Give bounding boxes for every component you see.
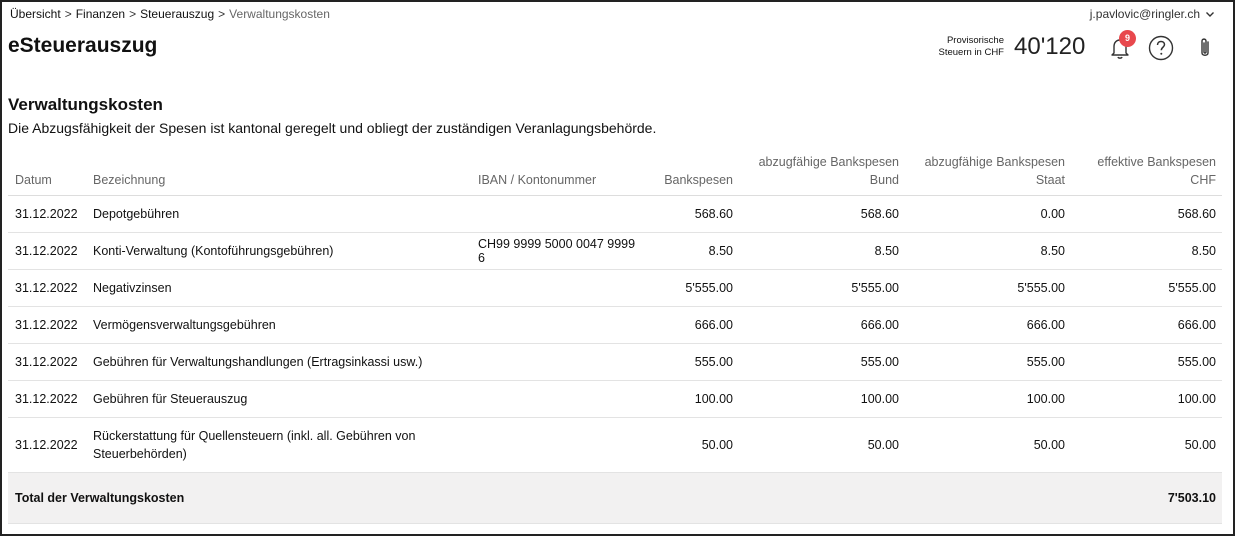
column-header-iban: IBAN / Kontonummer bbox=[471, 152, 643, 196]
cell-datum: 31.12.2022 bbox=[8, 343, 86, 381]
breadcrumb-item-finanzen[interactable]: Finanzen bbox=[76, 7, 125, 21]
table-row: 31.12.2022 Vermögensverwaltungsgebühren … bbox=[8, 306, 1222, 344]
cell-bankspesen: 8.50 bbox=[643, 232, 739, 270]
chevron-down-icon bbox=[1206, 12, 1214, 17]
cell-iban bbox=[471, 343, 643, 381]
cell-bund: 555.00 bbox=[739, 343, 905, 381]
cell-effektiv: 50.00 bbox=[1071, 417, 1222, 473]
cell-datum: 31.12.2022 bbox=[8, 380, 86, 418]
table-row: 31.12.2022 Gebühren für Steuerauszug 100… bbox=[8, 380, 1222, 418]
provisional-tax-label: Provisorische Steuern in CHF bbox=[930, 35, 1004, 59]
provisional-tax-label-line1: Provisorische bbox=[946, 35, 1004, 46]
cell-iban: CH99 9999 5000 0047 9999 6 bbox=[471, 232, 643, 270]
cell-bezeichnung: Gebühren für Verwaltungshandlungen (Ertr… bbox=[86, 343, 471, 381]
column-header-bezeichnung: Bezeichnung bbox=[86, 152, 471, 196]
cell-bezeichnung: Depotgebühren bbox=[86, 195, 471, 233]
breadcrumb-separator: > bbox=[129, 7, 137, 21]
cell-staat: 555.00 bbox=[905, 343, 1071, 381]
cell-bankspesen: 5'555.00 bbox=[643, 269, 739, 307]
cell-effektiv: 8.50 bbox=[1071, 232, 1222, 270]
cell-staat: 666.00 bbox=[905, 306, 1071, 344]
cell-staat: 100.00 bbox=[905, 380, 1071, 418]
cell-bund: 8.50 bbox=[739, 232, 905, 270]
cell-staat: 0.00 bbox=[905, 195, 1071, 233]
cell-effektiv: 555.00 bbox=[1071, 343, 1222, 381]
cell-iban bbox=[471, 195, 643, 233]
notification-badge: 9 bbox=[1119, 30, 1136, 47]
total-value: 7'503.10 bbox=[1071, 472, 1222, 524]
column-header-staat: abzugfähige Bankspesen Staat bbox=[905, 152, 1071, 196]
cell-iban bbox=[471, 306, 643, 344]
column-header-bund: abzugfähige Bankspesen Bund bbox=[739, 152, 905, 196]
cell-bezeichnung: Konti-Verwaltung (Kontoführungsgebühren) bbox=[86, 232, 471, 270]
cell-staat: 50.00 bbox=[905, 417, 1071, 473]
column-header-bund-line1: abzugfähige Bankspesen bbox=[758, 155, 899, 169]
user-email: j.pavlovic@ringler.ch bbox=[1089, 7, 1200, 21]
cell-bezeichnung: Gebühren für Steuerauszug bbox=[86, 380, 471, 418]
cell-datum: 31.12.2022 bbox=[8, 417, 86, 473]
column-header-effektiv-line2: CHF bbox=[1190, 173, 1216, 187]
table-row: 31.12.2022 Gebühren für Verwaltungshandl… bbox=[8, 343, 1222, 381]
app-title: eSteuerauszug bbox=[8, 34, 158, 57]
breadcrumb-separator: > bbox=[64, 7, 72, 21]
cell-effektiv: 5'555.00 bbox=[1071, 269, 1222, 307]
costs-table: Datum Bezeichnung IBAN / Kontonummer Ban… bbox=[8, 152, 1222, 524]
breadcrumb-current: Verwaltungskosten bbox=[229, 7, 330, 21]
column-header-datum: Datum bbox=[8, 152, 86, 196]
cell-bankspesen: 100.00 bbox=[643, 380, 739, 418]
cell-iban bbox=[471, 417, 643, 473]
cell-effektiv: 568.60 bbox=[1071, 195, 1222, 233]
total-label: Total der Verwaltungskosten bbox=[8, 472, 1071, 524]
cell-bund: 50.00 bbox=[739, 417, 905, 473]
cell-bankspesen: 568.60 bbox=[643, 195, 739, 233]
cell-bankspesen: 555.00 bbox=[643, 343, 739, 381]
cell-bund: 5'555.00 bbox=[739, 269, 905, 307]
cell-bankspesen: 666.00 bbox=[643, 306, 739, 344]
table-row: 31.12.2022 Rückerstattung für Quellenste… bbox=[8, 417, 1222, 473]
total-row: Total der Verwaltungskosten 7'503.10 bbox=[8, 472, 1222, 524]
cell-bankspesen: 50.00 bbox=[643, 417, 739, 473]
column-header-effektiv-line1: effektive Bankspesen bbox=[1097, 155, 1216, 169]
cell-bezeichnung: Vermögensverwaltungsgebühren bbox=[86, 306, 471, 344]
breadcrumb: Übersicht > Finanzen > Steuerauszug > Verwaltu… bbox=[10, 7, 330, 21]
section-description: Die Abzugsfähigkeit der Spesen ist kanto… bbox=[8, 120, 657, 136]
table-header-row: Datum Bezeichnung IBAN / Kontonummer Ban… bbox=[8, 152, 1222, 196]
cell-staat: 5'555.00 bbox=[905, 269, 1071, 307]
table-row: 31.12.2022 Depotgebühren 568.60 568.60 0… bbox=[8, 195, 1222, 233]
cell-bezeichnung: Rückerstattung für Quellensteuern (inkl.… bbox=[86, 417, 471, 473]
breadcrumb-item-steuerauszug[interactable]: Steuerauszug bbox=[140, 7, 214, 21]
paperclip-icon[interactable] bbox=[1191, 34, 1219, 62]
cell-bund: 568.60 bbox=[739, 195, 905, 233]
help-icon[interactable] bbox=[1147, 34, 1175, 62]
breadcrumb-item-uebersicht[interactable]: Übersicht bbox=[10, 7, 61, 21]
cell-bezeichnung: Negativzinsen bbox=[86, 269, 471, 307]
table-row: 31.12.2022 Konti-Verwaltung (Kontoführun… bbox=[8, 232, 1222, 270]
table-row: 31.12.2022 Negativzinsen 5'555.00 5'555.… bbox=[8, 269, 1222, 307]
cell-bezeichnung-line1: Rückerstattung für Quellensteuern (inkl.… bbox=[93, 429, 416, 443]
cell-bezeichnung-line2: Steuerbehörden) bbox=[93, 447, 187, 461]
provisional-tax-label-line2: Steuern in CHF bbox=[938, 47, 1004, 58]
cell-effektiv: 666.00 bbox=[1071, 306, 1222, 344]
cell-datum: 31.12.2022 bbox=[8, 306, 86, 344]
column-header-bund-line2: Bund bbox=[869, 173, 899, 187]
cell-datum: 31.12.2022 bbox=[8, 195, 86, 233]
provisional-tax-value: 40'120 bbox=[1014, 33, 1086, 60]
column-header-effektiv: effektive Bankspesen CHF bbox=[1071, 152, 1222, 196]
cell-bund: 100.00 bbox=[739, 380, 905, 418]
column-header-bankspesen: Bankspesen bbox=[643, 152, 739, 196]
cell-iban bbox=[471, 269, 643, 307]
cell-bund: 666.00 bbox=[739, 306, 905, 344]
cell-effektiv: 100.00 bbox=[1071, 380, 1222, 418]
breadcrumb-separator: > bbox=[218, 7, 226, 21]
cell-datum: 31.12.2022 bbox=[8, 269, 86, 307]
section-title: Verwaltungskosten bbox=[8, 95, 163, 114]
column-header-staat-line2: Staat bbox=[1035, 173, 1065, 187]
cell-staat: 8.50 bbox=[905, 232, 1071, 270]
cell-datum: 31.12.2022 bbox=[8, 232, 86, 270]
column-header-staat-line1: abzugfähige Bankspesen bbox=[924, 155, 1065, 169]
user-menu[interactable]: j.pavlovic@ringler.ch bbox=[1090, 7, 1215, 21]
cell-iban bbox=[471, 380, 643, 418]
